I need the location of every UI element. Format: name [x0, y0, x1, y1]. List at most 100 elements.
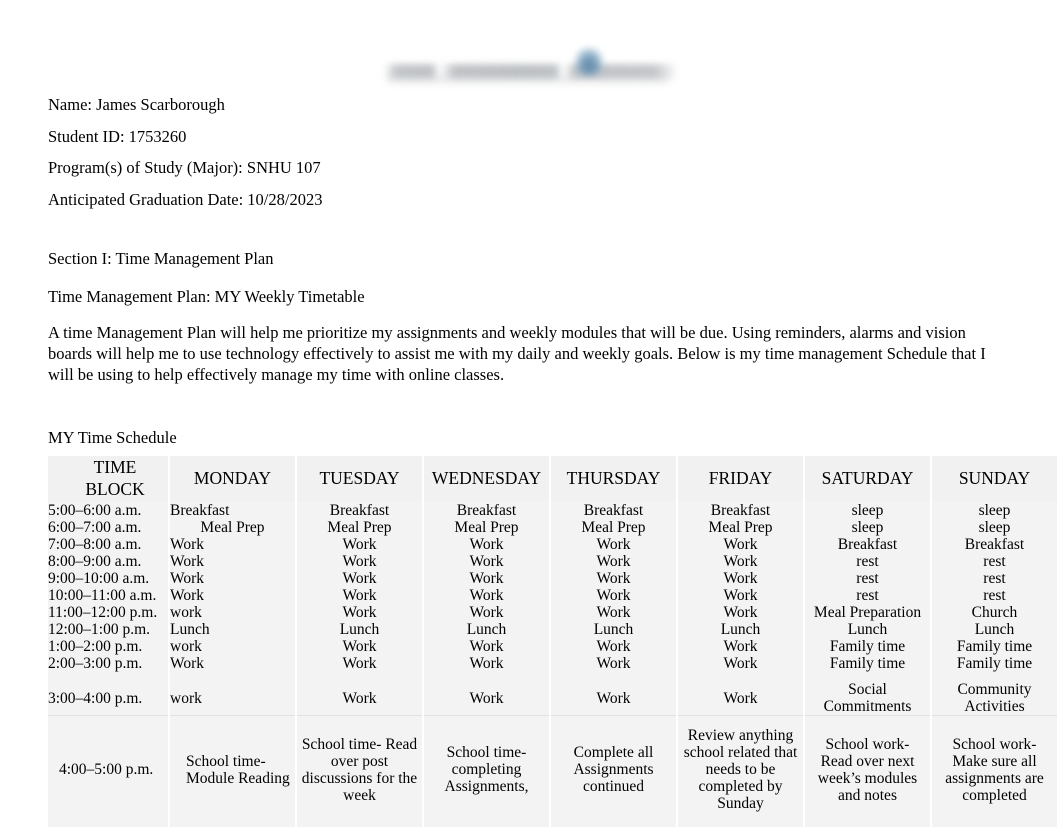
time-block-cell: 9:00–10:00 a.m.	[46, 570, 170, 587]
schedule-label: MY Time Schedule	[48, 428, 177, 447]
schedule-cell: Work	[422, 655, 551, 672]
schedule-cell: Work	[422, 604, 551, 621]
schedule-cell: work	[168, 638, 297, 655]
schedule-cell: Lunch	[676, 621, 805, 638]
schedule-cell: Work	[676, 587, 805, 604]
schedule-cell: Lunch	[549, 621, 678, 638]
schedule-cell: Meal Preparation	[803, 604, 932, 621]
schedule-cell: Family time	[930, 638, 1059, 655]
schedule-cell: Work	[549, 536, 678, 553]
schedule-cell: Church	[930, 604, 1059, 621]
schedule-cell: Work	[295, 553, 424, 570]
schedule-cell: sleep	[930, 502, 1059, 519]
schedule-cell: School time- completing Assignments,	[422, 724, 551, 815]
schedule-cell: Work	[549, 655, 678, 672]
schedule-cell: Work	[295, 655, 424, 672]
time-block-cell: 7:00–8:00 a.m.	[46, 536, 170, 553]
time-block-cell: 1:00–2:00 p.m.	[46, 638, 170, 655]
spacer-cell	[549, 672, 678, 681]
schedule-cell: work	[168, 681, 297, 716]
table-spacer-row	[46, 672, 1059, 681]
spacer-cell	[168, 815, 297, 827]
schedule-cell: rest	[803, 570, 932, 587]
table-row: 10:00–11:00 a.m. Work Work Work Work Wor…	[46, 587, 1059, 604]
schedule-cell: Work	[549, 681, 678, 716]
schedule-cell: rest	[930, 553, 1059, 570]
schedule-cell: Breakfast	[803, 536, 932, 553]
schedule-cell: Work	[295, 536, 424, 553]
spacer-cell	[422, 672, 551, 681]
schedule-cell: Community Activities	[930, 681, 1059, 716]
schedule-cell: Work	[549, 570, 678, 587]
schedule-cell: Lunch	[295, 621, 424, 638]
time-block-cell: 4:00–5:00 p.m.	[46, 724, 170, 815]
divider-cell	[803, 715, 932, 724]
spacer-cell	[676, 815, 805, 827]
column-header-tuesday: TUESDAY	[295, 456, 424, 502]
divider-cell	[46, 715, 170, 724]
table-row: 6:00–7:00 a.m. Meal Prep Meal Prep Meal …	[46, 519, 1059, 536]
schedule-cell: School work- Read over next week’s modul…	[803, 724, 932, 815]
schedule-cell: School time- Module Reading	[168, 724, 297, 815]
table-row: 2:00–3:00 p.m. Work Work Work Work Work …	[46, 655, 1059, 672]
schedule-cell: Lunch	[930, 621, 1059, 638]
column-header-saturday: SATURDAY	[803, 456, 932, 502]
logo-wordmark-blur	[384, 64, 678, 79]
schedule-cell: Work	[676, 553, 805, 570]
schedule-cell: School time- Read over post discussions …	[295, 724, 424, 815]
schedule-cell: Family time	[803, 638, 932, 655]
student-name-line: Name: James Scarborough	[48, 95, 225, 114]
document-page: Name: James Scarborough Student ID: 1753…	[0, 0, 1062, 827]
divider-cell	[930, 715, 1059, 724]
plan-subtitle: Time Management Plan: MY Weekly Timetabl…	[48, 287, 365, 306]
schedule-cell: Work	[168, 536, 297, 553]
schedule-cell: sleep	[803, 502, 932, 519]
schedule-cell: Work	[676, 536, 805, 553]
schedule-cell: Work	[168, 553, 297, 570]
divider-cell	[168, 715, 297, 724]
schedule-cell: Family time	[930, 655, 1059, 672]
schedule-cell: Work	[549, 604, 678, 621]
divider-cell	[676, 715, 805, 724]
spacer-cell	[803, 815, 932, 827]
spacer-cell	[295, 672, 424, 681]
schedule-cell: Work	[676, 655, 805, 672]
schedule-cell: Work	[676, 681, 805, 716]
table-header-row: TIME BLOCK MONDAY TUESDAY WEDNESDAY THUR…	[46, 456, 1059, 502]
schedule-cell: Breakfast	[549, 502, 678, 519]
column-header-thursday: THURSDAY	[549, 456, 678, 502]
time-block-cell: 5:00–6:00 a.m.	[46, 502, 170, 519]
spacer-cell	[168, 672, 297, 681]
schedule-cell: Work	[422, 638, 551, 655]
schedule-cell: Work	[422, 553, 551, 570]
schedule-cell: rest	[803, 587, 932, 604]
spacer-cell	[676, 672, 805, 681]
schedule-cell: rest	[930, 587, 1059, 604]
spacer-cell	[46, 815, 170, 827]
schedule-table-wrap: TIME BLOCK MONDAY TUESDAY WEDNESDAY THUR…	[46, 456, 1059, 827]
column-header-friday: FRIDAY	[676, 456, 805, 502]
column-header-monday: MONDAY	[168, 456, 297, 502]
schedule-cell: Work	[549, 553, 678, 570]
time-block-cell: 6:00–7:00 a.m.	[46, 519, 170, 536]
plan-paragraph: A time Management Plan will help me prio…	[48, 323, 986, 384]
spacer-cell	[295, 815, 424, 827]
time-block-cell: 10:00–11:00 a.m.	[46, 587, 170, 604]
schedule-cell: Breakfast	[422, 502, 551, 519]
time-block-cell: 12:00–1:00 p.m.	[46, 621, 170, 638]
schedule-cell: Work	[295, 681, 424, 716]
divider-cell	[295, 715, 424, 724]
spacer-cell	[930, 672, 1059, 681]
table-bottom-pad-row	[46, 815, 1059, 827]
schedule-cell: Lunch	[803, 621, 932, 638]
schedule-cell: Meal Prep	[549, 519, 678, 536]
schedule-cell: Work	[676, 638, 805, 655]
table-row: 7:00–8:00 a.m. Work Work Work Work Work …	[46, 536, 1059, 553]
schedule-cell: Meal Prep	[168, 519, 297, 536]
divider-cell	[549, 715, 678, 724]
table-row: 12:00–1:00 p.m. Lunch Lunch Lunch Lunch …	[46, 621, 1059, 638]
schedule-cell: Work	[549, 587, 678, 604]
schedule-cell: Work	[422, 587, 551, 604]
time-block-cell: 11:00–12:00 p.m.	[46, 604, 170, 621]
schedule-cell: Breakfast	[168, 502, 297, 519]
